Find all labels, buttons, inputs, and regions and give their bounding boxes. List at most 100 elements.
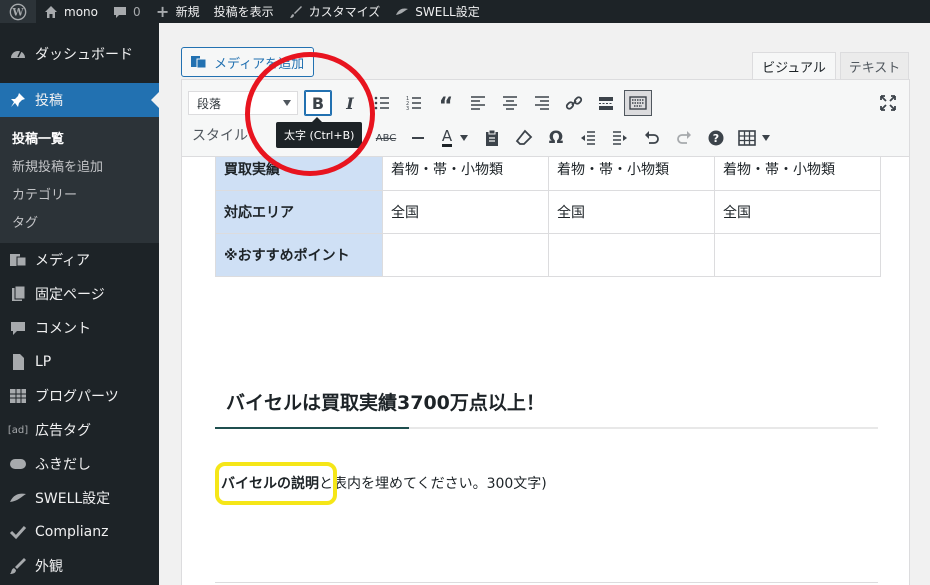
read-more-button[interactable] — [592, 90, 620, 116]
comment-icon — [8, 318, 28, 338]
redo-button[interactable] — [670, 125, 698, 151]
table-header-cell[interactable]: 対応エリア — [215, 190, 383, 234]
indent-button[interactable] — [606, 125, 634, 151]
style-select[interactable]: スタイル — [192, 125, 248, 145]
dashboard-icon — [8, 44, 28, 64]
undo-button[interactable] — [638, 125, 666, 151]
grid-icon — [8, 386, 28, 406]
sidebar-item-label: 投稿 — [35, 93, 63, 109]
help-icon: ? — [708, 130, 724, 146]
sidebar-item-label: ブログパーツ — [35, 389, 119, 405]
sidebar-item-blog-parts[interactable]: ブログパーツ — [0, 379, 159, 413]
keyboard-icon — [629, 96, 647, 110]
sidebar-item-swell-settings[interactable]: SWELL設定 — [0, 481, 159, 515]
table-button[interactable] — [734, 125, 774, 151]
table-row: 対応エリア 全国 全国 全国 — [215, 190, 881, 234]
page-icon — [8, 284, 28, 304]
table-cell[interactable]: 全国 — [548, 190, 715, 234]
table-cell[interactable]: 着物・帯・小物類 — [548, 157, 715, 191]
numbered-list-button[interactable]: 123 — [400, 90, 428, 116]
sidebar-item-balloon[interactable]: ふきだし — [0, 447, 159, 481]
table-cell[interactable]: 全国 — [714, 190, 881, 234]
tab-text[interactable]: テキスト — [840, 52, 909, 79]
chevron-down-icon — [762, 135, 770, 141]
sidebar-item-lp[interactable]: LP — [0, 345, 159, 379]
tab-visual[interactable]: ビジュアル — [752, 52, 836, 79]
table-cell[interactable] — [714, 233, 881, 277]
sidebar-item-appearance[interactable]: 外観 — [0, 549, 159, 583]
swell-settings-link[interactable]: SWELL設定 — [387, 0, 486, 23]
wordpress-logo-icon[interactable]: W — [0, 0, 36, 23]
paragraph-text: と表内を埋めてください。300文字) — [319, 476, 547, 492]
table-icon — [738, 130, 756, 146]
bullet-list-icon — [374, 96, 389, 110]
site-name-link[interactable]: mono — [36, 0, 105, 23]
sidebar-item-comments[interactable]: コメント — [0, 311, 159, 345]
media-icon — [8, 250, 28, 270]
brush-icon — [288, 4, 304, 20]
fullscreen-button[interactable] — [874, 90, 902, 116]
omega-icon: Ω — [548, 128, 564, 148]
text-color-button[interactable]: A — [434, 125, 476, 151]
heading-underline-accent — [215, 427, 409, 429]
special-character-button[interactable]: Ω — [542, 125, 570, 151]
table-cell[interactable]: 着物・帯・小物類 — [382, 157, 549, 191]
fullscreen-icon — [880, 95, 896, 111]
style-select-label: スタイル — [192, 128, 248, 144]
customize-label: カスタマイズ — [308, 5, 381, 19]
brush-icon — [8, 556, 28, 576]
swell-icon — [394, 4, 410, 20]
ad-icon: [ad] — [7, 424, 29, 436]
insert-link-button[interactable] — [560, 90, 588, 116]
paste-as-text-button[interactable] — [478, 125, 506, 151]
sidebar-item-media[interactable]: メディア — [0, 243, 159, 277]
section-heading[interactable]: バイセルは買取実績3700万点以上！ — [226, 388, 545, 415]
align-center-button[interactable] — [496, 90, 524, 116]
new-label: 新規 — [175, 5, 200, 19]
sidebar-item-label: 広告タグ — [35, 423, 91, 439]
align-left-button[interactable] — [464, 90, 492, 116]
home-icon — [43, 4, 59, 20]
submenu-add-new-post[interactable]: 新規投稿を追加 — [0, 151, 159, 179]
horizontal-line-icon — [412, 137, 424, 139]
submenu-tags[interactable]: タグ — [0, 207, 159, 235]
submenu-all-posts[interactable]: 投稿一覧 — [0, 123, 159, 151]
yellow-highlight-annotation — [215, 462, 337, 505]
sidebar-item-ad-tags[interactable]: [ad] 広告タグ — [0, 413, 159, 447]
chevron-down-icon — [460, 135, 469, 141]
align-center-icon — [503, 96, 517, 110]
outdent-button[interactable] — [574, 125, 602, 151]
comments-link[interactable]: 0 — [105, 0, 148, 23]
format-select-value: 段落 — [197, 96, 222, 111]
keyboard-shortcuts-button[interactable]: ? — [702, 125, 730, 151]
customize-link[interactable]: カスタマイズ — [281, 0, 388, 23]
blockquote-button[interactable]: “ — [432, 90, 460, 118]
sidebar-item-label: SWELL設定 — [35, 491, 111, 507]
toolbar-toggle-button[interactable] — [624, 90, 652, 116]
align-left-icon — [471, 96, 485, 110]
new-content-link[interactable]: + 新規 — [148, 0, 207, 23]
sidebar-item-dashboard[interactable]: ダッシュボード — [0, 37, 159, 71]
table-cell[interactable] — [548, 233, 715, 277]
sidebar-item-pages[interactable]: 固定ページ — [0, 277, 159, 311]
editor-content-area[interactable]: 買取実績 着物・帯・小物類 着物・帯・小物類 着物・帯・小物類 対応エリア 全国… — [181, 157, 910, 585]
table-cell[interactable]: 着物・帯・小物類 — [714, 157, 881, 191]
horizontal-line-button[interactable] — [404, 125, 432, 151]
check-icon — [8, 522, 28, 542]
submenu-categories[interactable]: カテゴリー — [0, 179, 159, 207]
svg-text:W: W — [11, 7, 24, 18]
align-right-button[interactable] — [528, 90, 556, 116]
sidebar-item-label: LP — [35, 354, 52, 370]
table-header-cell[interactable]: ※おすすめポイント — [215, 233, 383, 277]
comments-count: 0 — [132, 4, 141, 19]
bubble-icon — [8, 454, 28, 474]
table-cell[interactable] — [382, 233, 549, 277]
view-post-link[interactable]: 投稿を表示 — [207, 0, 281, 23]
strikethrough-button[interactable]: ABC — [372, 125, 400, 151]
table-cell[interactable]: 全国 — [382, 190, 549, 234]
red-circle-annotation — [245, 52, 375, 176]
read-more-icon — [599, 97, 613, 110]
clear-formatting-button[interactable] — [510, 125, 538, 151]
sidebar-item-complianz[interactable]: Complianz — [0, 515, 159, 549]
sidebar-item-posts[interactable]: 投稿 — [0, 83, 159, 117]
